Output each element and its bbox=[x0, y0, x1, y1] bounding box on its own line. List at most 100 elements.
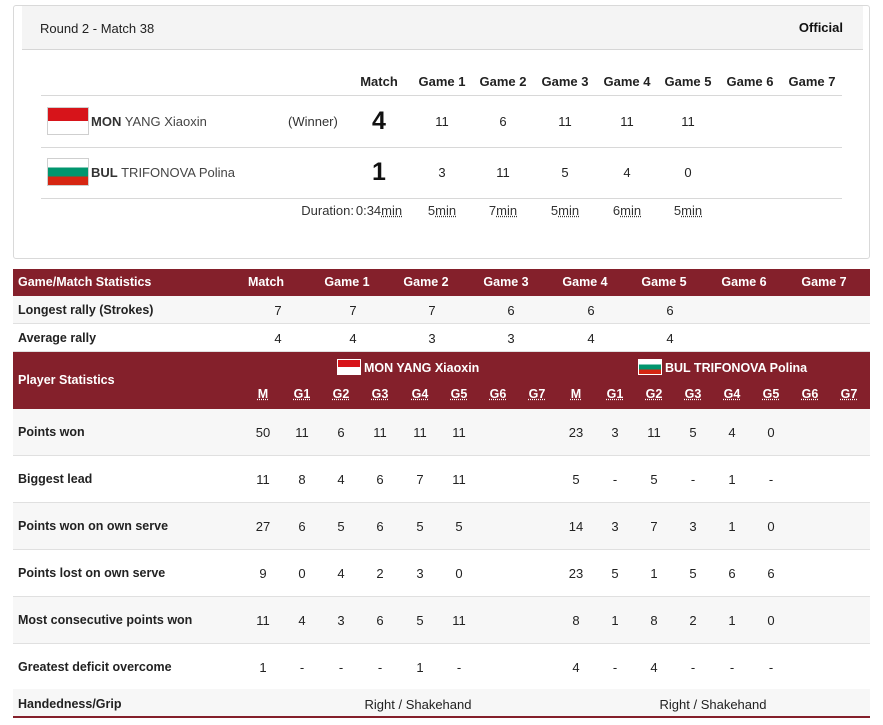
stat-value-player-2: 3 bbox=[611, 519, 619, 534]
duration-row: Duration: 0:34min 5min 7min 5min 6min 5m… bbox=[41, 203, 842, 225]
stat-label: Longest rally (Strokes) bbox=[18, 303, 154, 317]
stat-value-player-2: 1 bbox=[728, 613, 736, 628]
stat-value-player-1: 3 bbox=[416, 566, 424, 581]
sub-col-p2-g6: G6 bbox=[801, 387, 819, 401]
col-game-3: Game 3 bbox=[541, 74, 589, 89]
game-stats-title: Game/Match Statistics bbox=[18, 275, 152, 289]
stat-value: 3 bbox=[428, 331, 436, 346]
player-2-game-2: 11 bbox=[496, 165, 510, 180]
stat-value-player-1: 11 bbox=[452, 613, 466, 628]
sub-col-p2-g1: G1 bbox=[606, 387, 624, 401]
stat-value-player-2: 5 bbox=[689, 566, 697, 581]
stat-value: 3 bbox=[507, 331, 515, 346]
stat-value-player-1: 11 bbox=[373, 425, 387, 440]
stat-value-player-1: 11 bbox=[256, 472, 270, 487]
stat-value-player-2: 7 bbox=[650, 519, 658, 534]
gs-col-game-1: Game 1 bbox=[324, 275, 370, 289]
col-game-2: Game 2 bbox=[479, 74, 527, 89]
stat-value-player-2: 3 bbox=[689, 519, 697, 534]
stat-value-player-1: 1 bbox=[259, 660, 267, 675]
stat-value-player-2: 1 bbox=[728, 519, 736, 534]
sub-col-p2-g5: G5 bbox=[762, 387, 780, 401]
player-2-game-5: 0 bbox=[684, 165, 692, 180]
duration-game-4: 6min bbox=[597, 203, 657, 218]
stat-value-player-2: 23 bbox=[568, 566, 584, 581]
player-1-heading: MON YANG Xiaoxin bbox=[337, 359, 479, 375]
stat-value-player-1: 6 bbox=[298, 519, 306, 534]
stat-value-player-1: 1 bbox=[416, 660, 424, 675]
stat-value: 7 bbox=[428, 303, 436, 318]
player-2-game-1: 3 bbox=[438, 165, 446, 180]
bulgaria-flag-icon bbox=[47, 158, 89, 186]
winner-label: (Winner) bbox=[288, 114, 338, 129]
sub-col-p1-g5: G5 bbox=[450, 387, 468, 401]
sub-col-p2-g3: G3 bbox=[684, 387, 702, 401]
stat-value-player-2: 4 bbox=[728, 425, 736, 440]
sub-col-p2-g4: G4 bbox=[723, 387, 741, 401]
duration-label: Duration: bbox=[301, 203, 354, 218]
score-header-row: Match Game 1 Game 2 Game 3 Game 4 Game 5… bbox=[41, 72, 842, 96]
match-header: Round 2 - Match 38 Official bbox=[22, 6, 863, 50]
player-2-match-score: 1 bbox=[372, 158, 386, 186]
player-stats-header: Player Statistics MON YANG Xiaoxin BUL T… bbox=[13, 352, 870, 409]
stat-value: 6 bbox=[666, 303, 674, 318]
stat-label: Points won on own serve bbox=[18, 519, 169, 533]
gs-col-game-4: Game 4 bbox=[562, 275, 608, 289]
match-score-card: Round 2 - Match 38 Official Match Game 1… bbox=[13, 5, 870, 259]
row-handedness: Handedness/Grip Right / Shakehand Right … bbox=[13, 689, 870, 718]
player-1-name[interactable]: MON YANG Xiaoxin bbox=[91, 114, 207, 129]
stat-value-player-1: 5 bbox=[337, 519, 345, 534]
sub-col-p1-g7: G7 bbox=[528, 387, 546, 401]
stat-value-player-1: 11 bbox=[295, 425, 309, 440]
player-1-match-score: 4 bbox=[372, 107, 386, 135]
player-stats-title: Player Statistics bbox=[18, 373, 115, 387]
stat-value-player-1: 5 bbox=[416, 613, 424, 628]
mongolia-flag-icon bbox=[47, 107, 89, 135]
player-stat-row: Most consecutive points won 11 4 3 6 5 11 8 1 8 2 1… bbox=[13, 597, 870, 644]
stat-value-player-2: 6 bbox=[767, 566, 775, 581]
col-game-5: Game 5 bbox=[664, 74, 712, 89]
duration-game-5: 5min bbox=[658, 203, 718, 218]
stat-label: Points lost on own serve bbox=[18, 566, 166, 580]
round-label: Round 2 - Match 38 bbox=[40, 21, 155, 36]
stat-value-player-1: 27 bbox=[255, 519, 271, 534]
stat-value: 4 bbox=[666, 331, 674, 346]
stat-value-player-2: 23 bbox=[568, 425, 584, 440]
stat-value-player-2: - bbox=[690, 472, 696, 487]
stat-value-player-1: 0 bbox=[455, 566, 463, 581]
stat-value-player-1: 0 bbox=[298, 566, 306, 581]
col-match: Match bbox=[360, 74, 398, 89]
duration-unit: min bbox=[620, 203, 642, 218]
stat-value-player-1: 5 bbox=[455, 519, 463, 534]
sub-col-p2-m: M bbox=[570, 387, 582, 401]
player-2-name[interactable]: BUL TRIFONOVA Polina bbox=[91, 165, 235, 180]
sub-col-p1-g3: G3 bbox=[371, 387, 389, 401]
stat-value-player-2: 1 bbox=[650, 566, 658, 581]
stat-value-player-2: 5 bbox=[689, 425, 697, 440]
duration-match: 0:34min bbox=[354, 203, 404, 218]
duration-game-1: 5min bbox=[412, 203, 472, 218]
stat-value-player-2: 1 bbox=[611, 613, 619, 628]
gs-col-game-7: Game 7 bbox=[801, 275, 847, 289]
sub-col-p2-g2: G2 bbox=[645, 387, 663, 401]
player-2-country: BUL bbox=[91, 165, 118, 180]
stat-value: 7 bbox=[274, 303, 282, 318]
handedness-label: Handedness/Grip bbox=[18, 697, 122, 711]
sub-col-p1-g6: G6 bbox=[489, 387, 507, 401]
player-2-game-4: 4 bbox=[623, 165, 631, 180]
stat-value-player-1: 11 bbox=[452, 425, 466, 440]
duration-unit: min bbox=[496, 203, 518, 218]
sub-col-p1-g4: G4 bbox=[411, 387, 429, 401]
stat-label: Greatest deficit overcome bbox=[18, 660, 172, 674]
stat-value-player-2: - bbox=[729, 660, 735, 675]
row-average-rally: Average rally 4 4 3 3 4 4 bbox=[13, 324, 870, 352]
stat-value-player-2: 1 bbox=[728, 472, 736, 487]
stat-value-player-1: 5 bbox=[416, 519, 424, 534]
stat-value-player-2: 6 bbox=[728, 566, 736, 581]
col-game-4: Game 4 bbox=[603, 74, 651, 89]
player-stat-row: Points won on own serve 27 6 5 6 5 5 14 3 7 3 1 0 bbox=[13, 503, 870, 550]
player-stat-row: Biggest lead 11 8 4 6 7 11 5 - 5 - 1 - bbox=[13, 456, 870, 503]
player-stat-row: Greatest deficit overcome 1 - - - 1 - 4 - 4 - - - bbox=[13, 644, 870, 691]
player-1-full-name: YANG Xiaoxin bbox=[124, 114, 207, 129]
stat-value-player-2: 4 bbox=[572, 660, 580, 675]
